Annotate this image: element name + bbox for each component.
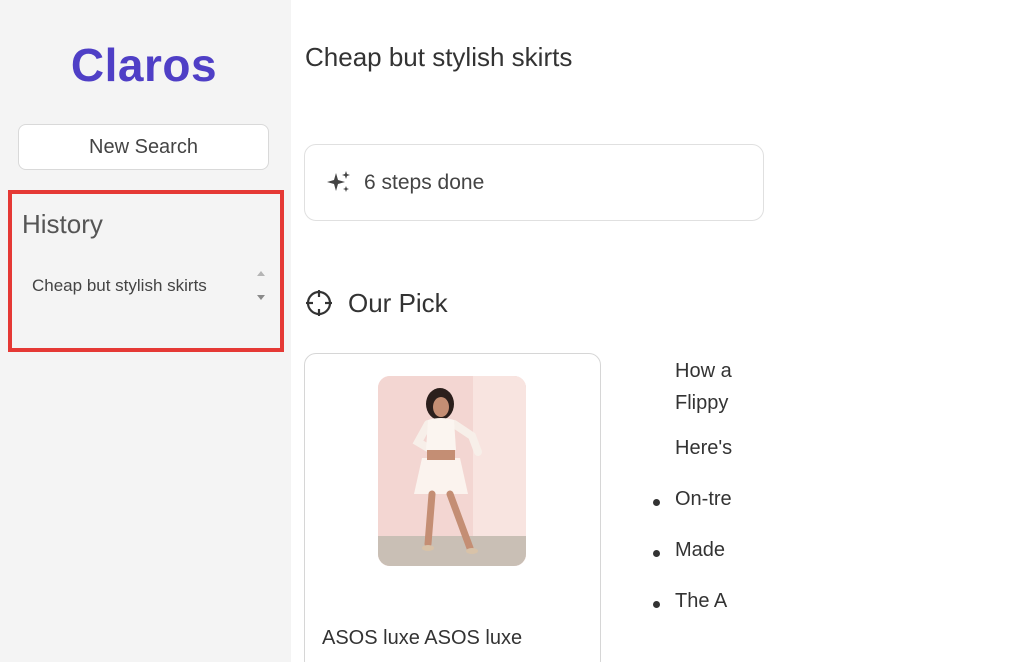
product-image[interactable] bbox=[378, 376, 526, 566]
description-line: Flippy bbox=[675, 392, 729, 414]
sidebar: Claros New Search History Cheap but styl… bbox=[0, 0, 291, 662]
our-pick-heading: Our Pick bbox=[348, 288, 448, 318]
product-photo-illustration bbox=[378, 376, 526, 566]
description-text: How a Flippy bbox=[675, 355, 735, 419]
crosshair-icon bbox=[306, 290, 332, 316]
product-card[interactable]: ASOS luxe ASOS luxe bbox=[304, 353, 601, 662]
brand-logo: Claros bbox=[70, 39, 218, 91]
product-name[interactable]: ASOS luxe ASOS luxe bbox=[322, 627, 522, 650]
scroll-arrows-icon[interactable] bbox=[255, 267, 267, 305]
feature-list: On-tre Made The A bbox=[653, 488, 743, 641]
history-panel-highlight: History Cheap but stylish skirts bbox=[8, 190, 284, 352]
steps-label: 6 steps done bbox=[364, 171, 485, 194]
sparkles-icon bbox=[327, 171, 350, 192]
steps-card[interactable]: 6 steps done bbox=[304, 144, 764, 221]
feature-bullet: The A bbox=[653, 590, 743, 641]
feature-bullet: On-tre bbox=[653, 488, 743, 539]
description-heres: Here's bbox=[675, 437, 733, 459]
feature-bullet: Made bbox=[653, 539, 743, 590]
history-title: History bbox=[22, 209, 103, 239]
history-item[interactable]: Cheap but stylish skirts bbox=[32, 276, 207, 296]
scroll-down-icon[interactable] bbox=[257, 295, 265, 300]
new-search-button[interactable]: New Search bbox=[18, 124, 269, 170]
app-window: Claros New Search History Cheap but styl… bbox=[0, 0, 1024, 662]
scroll-up-icon[interactable] bbox=[257, 271, 265, 276]
description-line: How a bbox=[675, 360, 732, 382]
query-title: Cheap but stylish skirts bbox=[305, 42, 573, 72]
